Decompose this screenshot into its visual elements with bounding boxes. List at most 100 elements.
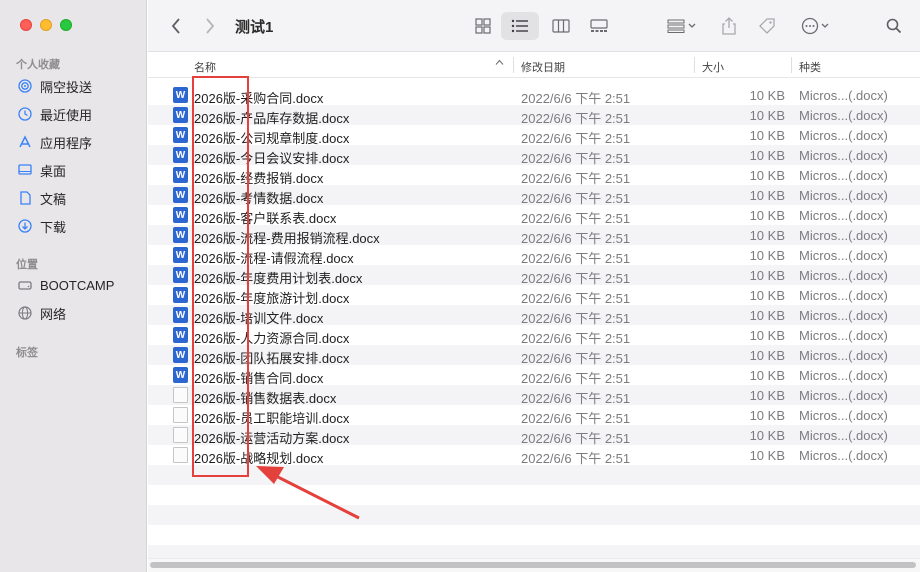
- share-button[interactable]: [719, 12, 739, 40]
- file-size: 10 KB: [749, 388, 785, 403]
- minimize-button[interactable]: [40, 19, 52, 31]
- generic-document-icon: [173, 447, 188, 463]
- more-actions-button[interactable]: [798, 12, 834, 40]
- sidebar-item-bootcamp[interactable]: BOOTCAMP: [18, 273, 114, 297]
- file-row[interactable]: W 2026版-销售合同.docx 2022/6/6 下午 2:51 10 KB Mic…: [148, 365, 920, 386]
- disk-icon: [18, 278, 32, 292]
- word-document-icon: W: [173, 107, 188, 123]
- file-row[interactable]: W 2026版-年度费用计划表.docx 2022/6/6 下午 2:51 10 KB…: [148, 265, 920, 286]
- empty-row: [148, 465, 920, 485]
- file-kind: Micros...(.docx): [799, 368, 888, 383]
- download-icon: [18, 219, 32, 233]
- file-kind: Micros...(.docx): [799, 268, 888, 283]
- file-row[interactable]: W 2026版-流程-请假流程.docx 2022/6/6 下午 2:51 10 KB…: [148, 245, 920, 266]
- file-row[interactable]: W 2026版-流程-费用报销流程.docx 2022/6/6 下午 2:51 10 …: [148, 225, 920, 246]
- word-document-icon: W: [173, 127, 188, 143]
- file-row[interactable]: 2026版-运营活动方案.docx 2022/6/6 下午 2:51 10 KB Mi…: [148, 425, 920, 446]
- file-row[interactable]: 2026版-战略规划.docx 2022/6/6 下午 2:51 10 KB Micr…: [148, 445, 920, 466]
- file-row[interactable]: W 2026版-客户联系表.docx 2022/6/6 下午 2:51 10 KB Mi…: [148, 205, 920, 226]
- sidebar-item-airdrop[interactable]: 隔空投送: [18, 74, 92, 98]
- group-by-button[interactable]: [663, 12, 701, 40]
- word-document-icon: W: [173, 167, 188, 183]
- gallery-view-button[interactable]: [588, 12, 610, 40]
- file-row[interactable]: W 2026版-产品库存数据.docx 2022/6/6 下午 2:51 10 KB M…: [148, 105, 920, 126]
- sidebar-item-label: 网络: [40, 306, 67, 322]
- file-kind: Micros...(.docx): [799, 188, 888, 203]
- file-kind: Micros...(.docx): [799, 308, 888, 323]
- file-row[interactable]: W 2026版-考情数据.docx 2022/6/6 下午 2:51 10 KB Mic…: [148, 185, 920, 206]
- sidebar-item-label: 下载: [40, 219, 67, 235]
- file-row[interactable]: 2026版-销售数据表.docx 2022/6/6 下午 2:51 10 KB Mic…: [148, 385, 920, 406]
- column-name-header[interactable]: 名称: [194, 59, 216, 75]
- file-kind: Micros...(.docx): [799, 108, 888, 123]
- traffic-lights: [20, 19, 72, 31]
- word-document-icon: W: [173, 307, 188, 323]
- applications-icon: [18, 135, 32, 149]
- generic-document-icon: [173, 427, 188, 443]
- icon-view-button[interactable]: [471, 12, 495, 40]
- grid-icon: [475, 18, 491, 34]
- sidebar-item-label: 桌面: [40, 163, 67, 179]
- search-icon: [886, 18, 902, 34]
- file-row[interactable]: W 2026版-年度旅游计划.docx 2022/6/6 下午 2:51 10 KB M…: [148, 285, 920, 306]
- sidebar-item-documents[interactable]: 文稿: [18, 186, 66, 210]
- file-size: 10 KB: [749, 368, 785, 383]
- file-size: 10 KB: [749, 328, 785, 343]
- column-kind-header[interactable]: 种类: [799, 59, 821, 75]
- file-row[interactable]: W 2026版-采购合同.docx 2022/6/6 下午 2:51 10 KB Mic…: [148, 85, 920, 106]
- file-size: 10 KB: [749, 228, 785, 243]
- empty-row: [148, 485, 920, 505]
- close-button[interactable]: [20, 19, 32, 31]
- finder-window: 个人收藏 隔空投送 最近使用 应用程序 桌面 文稿 下载 位置 BOOTCAMP…: [0, 0, 920, 572]
- file-row[interactable]: W 2026版-公司规章制度.docx 2022/6/6 下午 2:51 10 KB M…: [148, 125, 920, 146]
- search-button[interactable]: [884, 12, 904, 40]
- generic-document-icon: [173, 407, 188, 423]
- file-row[interactable]: W 2026版-经费报销.docx 2022/6/6 下午 2:51 10 KB Mic…: [148, 165, 920, 186]
- file-size: 10 KB: [749, 268, 785, 283]
- file-size: 10 KB: [749, 208, 785, 223]
- column-divider[interactable]: [513, 57, 514, 73]
- column-view-button[interactable]: [550, 12, 572, 40]
- file-kind: Micros...(.docx): [799, 168, 888, 183]
- file-row[interactable]: W 2026版-今日会议安排.docx 2022/6/6 下午 2:51 10 KB M…: [148, 145, 920, 166]
- generic-document-icon: [173, 387, 188, 403]
- empty-row: [148, 505, 920, 525]
- file-kind: Micros...(.docx): [799, 208, 888, 223]
- sidebar-item-network[interactable]: 网络: [18, 301, 66, 325]
- columns-icon: [552, 19, 570, 33]
- sidebar-item-recents[interactable]: 最近使用: [18, 102, 92, 126]
- file-row[interactable]: 2026版-员工职能培训.docx 2022/6/6 下午 2:51 10 KB Mi…: [148, 405, 920, 426]
- zoom-button[interactable]: [60, 19, 72, 31]
- file-kind: Micros...(.docx): [799, 288, 888, 303]
- sidebar-item-label: BOOTCAMP: [40, 277, 115, 293]
- word-document-icon: W: [173, 367, 188, 383]
- sidebar-item-downloads[interactable]: 下载: [18, 214, 66, 238]
- file-kind: Micros...(.docx): [799, 128, 888, 143]
- file-row[interactable]: W 2026版-培训文件.docx 2022/6/6 下午 2:51 10 KB Mic…: [148, 305, 920, 326]
- empty-row: [148, 525, 920, 545]
- file-row[interactable]: W 2026版-团队拓展安排.docx 2022/6/6 下午 2:51 10 KB M…: [148, 345, 920, 366]
- sidebar-item-label: 隔空投送: [40, 79, 93, 95]
- word-document-icon: W: [173, 227, 188, 243]
- toolbar: 测试1: [148, 0, 920, 52]
- horizontal-scrollbar[interactable]: [150, 562, 916, 568]
- file-row[interactable]: W 2026版-人力资源合同.docx 2022/6/6 下午 2:51 10 KB M…: [148, 325, 920, 346]
- list-view-button[interactable]: [501, 12, 539, 40]
- column-divider[interactable]: [694, 57, 695, 73]
- sidebar-item-applications[interactable]: 应用程序: [18, 130, 92, 154]
- file-kind: Micros...(.docx): [799, 228, 888, 243]
- back-button[interactable]: [168, 12, 184, 40]
- word-document-icon: W: [173, 187, 188, 203]
- column-date-header[interactable]: 修改日期: [521, 59, 565, 75]
- sidebar-item-desktop[interactable]: 桌面: [18, 158, 66, 182]
- word-document-icon: W: [173, 287, 188, 303]
- file-size: 10 KB: [749, 408, 785, 423]
- forward-button[interactable]: [202, 12, 218, 40]
- tag-button[interactable]: [756, 12, 778, 40]
- word-document-icon: W: [173, 87, 188, 103]
- column-size-header[interactable]: 大小: [702, 59, 724, 75]
- file-size: 10 KB: [749, 248, 785, 263]
- column-divider[interactable]: [791, 57, 792, 73]
- file-size: 10 KB: [749, 288, 785, 303]
- sidebar-item-label: 文稿: [40, 191, 67, 207]
